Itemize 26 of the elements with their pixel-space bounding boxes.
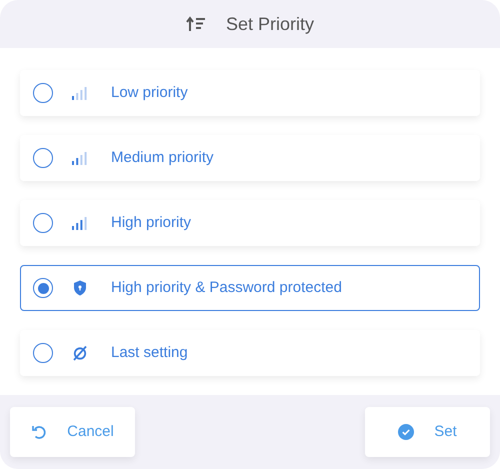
option-label: Low priority [111, 82, 188, 103]
radio-button[interactable] [33, 213, 53, 233]
sort-icon [186, 16, 206, 32]
shield-icon [73, 280, 87, 296]
option-label: High priority [111, 212, 192, 233]
priority-option[interactable]: Last setting [20, 330, 480, 376]
option-label: High priority & Password protected [111, 278, 342, 298]
radio-button[interactable] [33, 278, 53, 298]
priority-option[interactable]: Medium priority [20, 135, 480, 181]
dialog-title: Set Priority [226, 12, 314, 36]
signal-bars-icon [71, 151, 89, 165]
radio-button[interactable] [33, 148, 53, 168]
radio-button[interactable] [33, 343, 53, 363]
priority-option[interactable]: High priority [20, 200, 480, 246]
set-button[interactable]: Set [365, 407, 490, 457]
priority-option[interactable]: High priority & Password protected [20, 265, 480, 311]
signal-bars-icon [71, 86, 89, 100]
priority-option[interactable]: Low priority [20, 70, 480, 116]
option-label: Medium priority [111, 148, 214, 168]
radio-button[interactable] [33, 83, 53, 103]
option-label: Last setting [111, 342, 188, 363]
signal-bars-icon [71, 216, 89, 230]
empty-set-icon [72, 345, 88, 361]
undo-icon [31, 424, 48, 440]
cancel-button[interactable]: Cancel [10, 407, 135, 457]
check-circle-icon [398, 424, 414, 440]
